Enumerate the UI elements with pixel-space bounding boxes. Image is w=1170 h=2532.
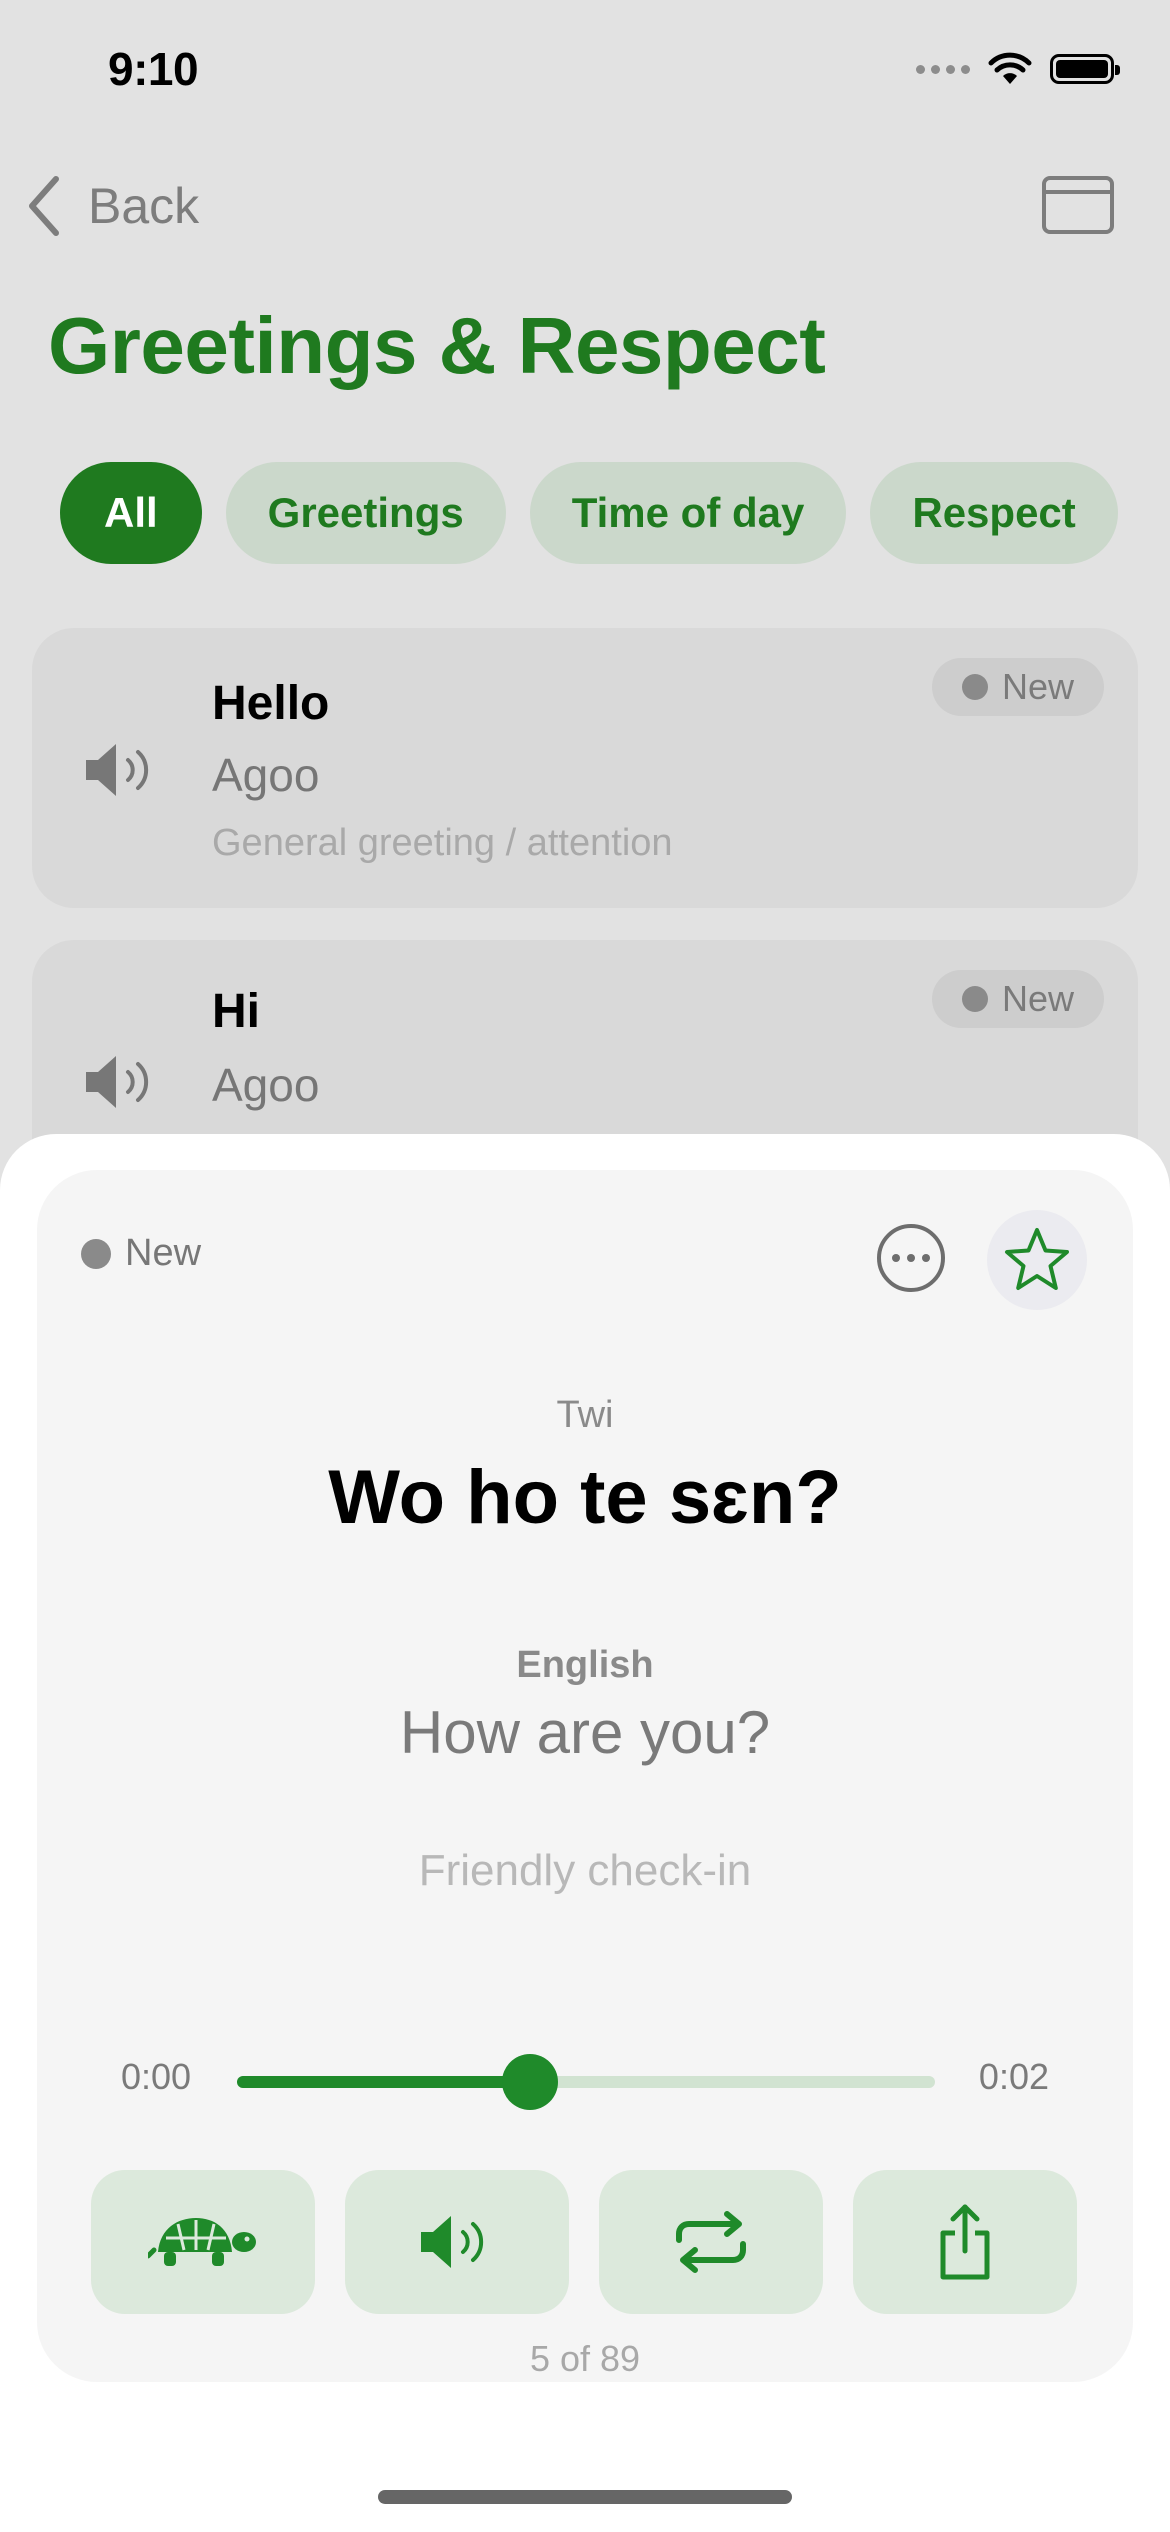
filter-chip-respect[interactable]: Respect bbox=[870, 462, 1118, 564]
play-audio-button[interactable] bbox=[345, 2170, 569, 2314]
status-badge: New bbox=[81, 1232, 201, 1275]
audio-scrubber[interactable] bbox=[237, 2054, 935, 2110]
phrase-english: Hi bbox=[212, 985, 260, 1038]
back-label: Back bbox=[88, 178, 200, 234]
audio-progress-fill bbox=[237, 2076, 531, 2088]
home-indicator[interactable] bbox=[378, 2490, 792, 2504]
status-badge-label: New bbox=[125, 1232, 202, 1274]
phrase-twi: Agoo bbox=[212, 1059, 320, 1111]
status-badge-label: New bbox=[1001, 666, 1074, 707]
time-elapsed: 0:00 bbox=[121, 2056, 192, 2097]
filter-chips: All Greetings Time of day Respect bbox=[60, 462, 1118, 564]
source-language-label: Twi bbox=[556, 1394, 614, 1436]
status-time: 9:10 bbox=[108, 43, 199, 95]
phrase-english: Hello bbox=[212, 677, 330, 730]
source-phrase: Wo ho te sɛn? bbox=[328, 1455, 842, 1540]
phrase-twi: Agoo bbox=[212, 749, 320, 801]
playback-controls bbox=[91, 2170, 1077, 2314]
status-icons bbox=[916, 52, 1120, 86]
phrase-note: General greeting / attention bbox=[212, 822, 673, 864]
slow-play-button[interactable] bbox=[91, 2170, 315, 2314]
wifi-icon bbox=[988, 52, 1032, 84]
target-phrase: How are you? bbox=[399, 1699, 771, 1766]
chevron-left-icon bbox=[29, 176, 59, 236]
page-title: Greetings & Respect bbox=[48, 301, 826, 390]
share-button[interactable] bbox=[853, 2170, 1077, 2314]
status-dot-icon bbox=[81, 1238, 111, 1269]
audio-scrubber-thumb[interactable] bbox=[502, 2054, 559, 2110]
speaker-icon[interactable] bbox=[82, 740, 162, 800]
filter-chip-time-of-day[interactable]: Time of day bbox=[529, 462, 847, 564]
card-counter: 5 of 89 bbox=[529, 2338, 641, 2379]
window-icon[interactable] bbox=[1042, 176, 1114, 234]
share-icon bbox=[940, 2204, 990, 2280]
favorite-button[interactable] bbox=[987, 1210, 1087, 1310]
status-badge: New bbox=[931, 658, 1104, 716]
speaker-wave-icon bbox=[421, 2216, 484, 2268]
signal-dots-icon bbox=[916, 64, 970, 74]
repeat-icon bbox=[676, 2211, 746, 2273]
phrase-detail-sheet: New Twi Wo ho te sɛn? English How are yo… bbox=[0, 1134, 1170, 2532]
status-badge: New bbox=[931, 970, 1104, 1028]
filter-chip-all[interactable]: All bbox=[60, 462, 202, 564]
battery-icon bbox=[1050, 54, 1120, 84]
status-dot-icon bbox=[961, 986, 988, 1012]
ellipsis-circle-icon[interactable] bbox=[877, 1224, 945, 1292]
speaker-icon[interactable] bbox=[82, 1052, 162, 1112]
turtle-icon bbox=[148, 2218, 256, 2266]
status-badge-label: New bbox=[1001, 978, 1074, 1019]
phrase-row[interactable]: Hello Agoo General greeting / attention … bbox=[32, 628, 1138, 908]
star-icon bbox=[1005, 1228, 1069, 1290]
phrase-card: New Twi Wo ho te sɛn? English How are yo… bbox=[37, 1170, 1133, 2382]
status-dot-icon bbox=[961, 674, 988, 700]
time-duration: 0:02 bbox=[978, 2056, 1049, 2097]
target-language-label: English bbox=[516, 1644, 654, 1686]
filter-chip-greetings[interactable]: Greetings bbox=[225, 462, 506, 564]
back-button[interactable]: Back bbox=[26, 175, 199, 237]
repeat-button[interactable] bbox=[599, 2170, 823, 2314]
context-note: Friendly check-in bbox=[418, 1846, 752, 1895]
